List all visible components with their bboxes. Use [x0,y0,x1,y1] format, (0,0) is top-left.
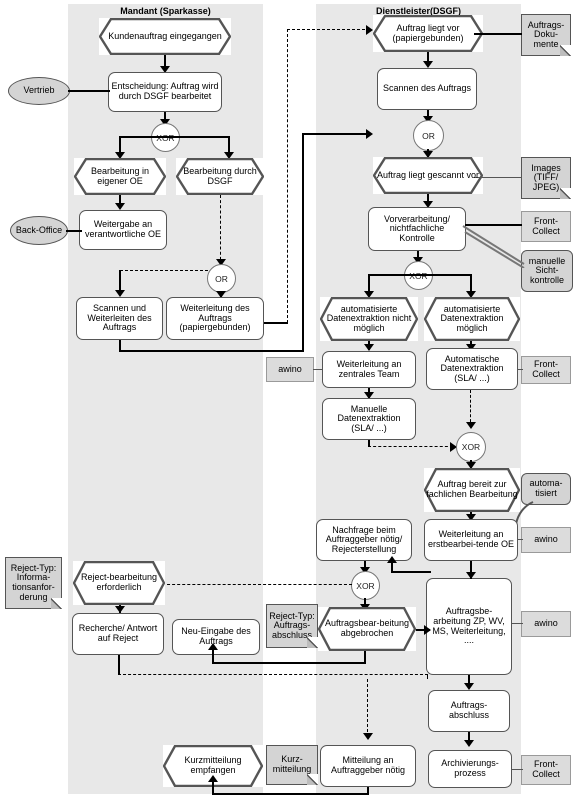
system-awino-1[interactable]: awino [266,357,314,382]
arrowhead [208,775,218,782]
system-awino-2[interactable]: awino [521,527,571,553]
arrowhead [466,572,476,579]
lane-mandant-title: Mandant (Sparkasse) [120,6,211,16]
data-object-reject-typ-auftragsabschluss[interactable]: Reject-Typ: Auftrags-abschluss [266,604,318,648]
event-auftrag-liegt-gescannt-vor[interactable]: Auftrag liegt gescannt vor [373,157,483,194]
org-unit-back-office[interactable]: Back-Office [10,216,68,245]
function-vorverarbeitung-nichtfachliche-kontrolle[interactable]: Vorverarbeitung/ nichtfachliche Kontroll… [368,207,466,251]
arrowhead [366,25,373,35]
data-object-reject-typ-informationsanforderung[interactable]: Reject-Typ: Informa-tionsanfor-derung [5,557,62,609]
route-into-kurzmitteilung-empfangen [212,780,214,794]
function-manuelle-datenextraktion[interactable]: Manuelle Datenextraktion (SLA/ ...) [322,398,416,440]
event-auftrag-bereit-fachliche-bearbeitung[interactable]: Auftrag bereit zur fachlichen Bearbeitun… [424,468,520,512]
flow-dsgf-to-or-left [220,195,221,265]
route-weiterleitung-to-event [287,29,370,30]
connector-xor-4[interactable]: XOR [351,571,380,600]
function-archivierungsprozess[interactable]: Archivierungs-prozess [428,746,516,788]
arrowhead [464,683,474,690]
epc-diagram-canvas: Mandant (Sparkasse) Dienstleister(DSGF) … [0,0,577,798]
arrowhead [115,290,125,297]
org-unit-vertrieb[interactable]: Vertrieb [8,77,70,105]
page-fold-icon [560,45,571,56]
xor1-split-bar [119,136,229,138]
route-recherche-right-dashed [118,674,428,675]
xor2-split-bar [368,274,472,276]
assoc-frontcollect3-archivierung [512,769,523,771]
event-auftragsbearbeitung-abgebrochen[interactable]: Auftragsbear-beitung abgebrochen [318,607,416,651]
arrowhead [208,643,218,650]
assoc-backoffice-weitergabe [66,230,82,232]
route-scannen-right [119,350,304,352]
event-auto-datenextraktion-moeglich[interactable]: automatisierte Datenextraktion möglich [424,297,520,341]
function-nachfrage-auftraggeber[interactable]: Nachfrage beim Auftraggeber nötig/ Rejec… [316,519,412,561]
route-abgebrochen-left [212,662,366,664]
data-object-kurzmitteilung[interactable]: Kurz-mitteilung [266,745,318,785]
function-weiterleitung-auftrags-papier[interactable]: Weiterleitung des Auftrags (papiergebund… [166,297,264,340]
route-scannen-up [302,133,304,351]
system-front-collect-1[interactable]: Front-Collect [521,211,571,242]
arrowhead [366,129,373,139]
assoc-awino1-weiterleitung [313,369,323,371]
route-abschluss-dashed-down [427,674,428,679]
arrowhead [466,422,476,429]
event-bearbeitung-eigener-oe[interactable]: Bearbeitung in eigener OE [74,158,166,195]
flow-manuelle-to-xor3 [368,446,453,447]
arrowhead [423,61,433,68]
assoc-vertrieb-entscheidung [68,90,110,92]
arrowhead [115,606,125,613]
page-fold-icon [307,774,318,785]
route-weiterleitung-right [264,322,288,324]
note-manuelle-sichtkontrolle[interactable]: manuelle Sicht-kontrolle [521,250,573,292]
assoc-sichtkontrolle-vorverarbeitung [462,225,525,268]
arrowhead [364,344,374,351]
or-left-dashed-branch [120,270,208,271]
function-scannen-weiterleiten-auftrags[interactable]: Scannen und Weiterleiten des Auftrags [76,297,163,340]
arrowhead [387,556,397,563]
event-kundenauftrag-eingegangen[interactable]: Kundenauftrag eingegangen [99,18,231,55]
event-bearbeitung-durch-dsgf[interactable]: Bearbeitung durch DSGF [176,158,264,195]
function-auftragsabschluss[interactable]: Auftrags-abschluss [428,690,510,732]
system-front-collect-3[interactable]: Front-Collect [521,755,571,785]
connector-or-left[interactable]: OR [207,264,236,293]
loop-auftragsbearbeitung-to-nachfrage-h [391,571,431,573]
assoc-frontcollect2-autoextraktion [517,369,523,371]
arrowhead [115,203,125,210]
function-weiterleitung-erstbearbeitende-oe[interactable]: Weiterleitung an erstbearbei-tende OE [424,519,518,561]
connector-or-right[interactable]: OR [413,120,444,151]
arrowhead [363,733,373,740]
flow-xor4-to-rejectbearbeitung [162,584,352,585]
event-auto-datenextraktion-nicht-moeglich[interactable]: automatisierte Datenextraktion nicht mög… [320,297,418,341]
flow-dashed-to-mitteilung [367,679,368,737]
route-mitteilung-left [212,793,369,795]
assoc-awino2-erstbearbeitend [517,539,523,541]
route-scannen-to-or [302,133,371,135]
arrowhead [464,740,474,747]
page-fold-icon [51,598,62,609]
system-awino-3[interactable]: awino [521,611,571,637]
system-front-collect-2[interactable]: Front-Collect [521,356,571,384]
route-recherche-down [118,655,120,675]
assoc-awino3-auftragsbearbeitung [512,623,523,625]
function-weitergabe-verantwortliche-oe[interactable]: Weitergabe an verantwortliche OE [79,206,171,250]
function-weiterleitung-zentrales-team[interactable]: Weiterleitung an zentrales Team [322,351,416,388]
data-object-images[interactable]: Images (TIFF/ JPEG) [521,157,571,199]
function-automatische-datenextraktion[interactable]: Automatische Datenextraktion (SLA/ ...) [426,348,518,390]
connector-xor-3[interactable]: XOR [456,432,486,462]
function-scannen-des-auftrags[interactable]: Scannen des Auftrags [377,68,477,110]
arrowhead [424,625,431,635]
event-auftrag-liegt-vor-papier[interactable]: Auftrag liegt vor (papiergebunden) [373,15,483,52]
data-object-auftrags-dokumente[interactable]: Auftrags-Doku-mente [521,14,571,56]
function-recherche-antwort-auf-reject[interactable]: Recherche/ Antwort auf Reject [72,613,164,655]
page-fold-icon [560,188,571,199]
function-entscheidung-auftrag-dsgf[interactable]: Entscheidung: Auftrag wird durch DSGF be… [108,72,222,112]
function-mitteilung-an-auftraggeber-noetig[interactable]: Mitteilung an Auftraggeber nötig [320,745,416,787]
route-into-neueingabe [212,648,214,663]
page-fold-icon [307,637,318,648]
event-rejectbearbeitung-erforderlich[interactable]: Reject-bearbeitung erforderlich [73,561,165,605]
route-weiterleitung-up [287,29,288,323]
function-auftragsbearbeitung-zp-wv-ms[interactable]: Auftragsbe-arbeitung ZP, WV, MS, Weiterl… [426,574,516,675]
